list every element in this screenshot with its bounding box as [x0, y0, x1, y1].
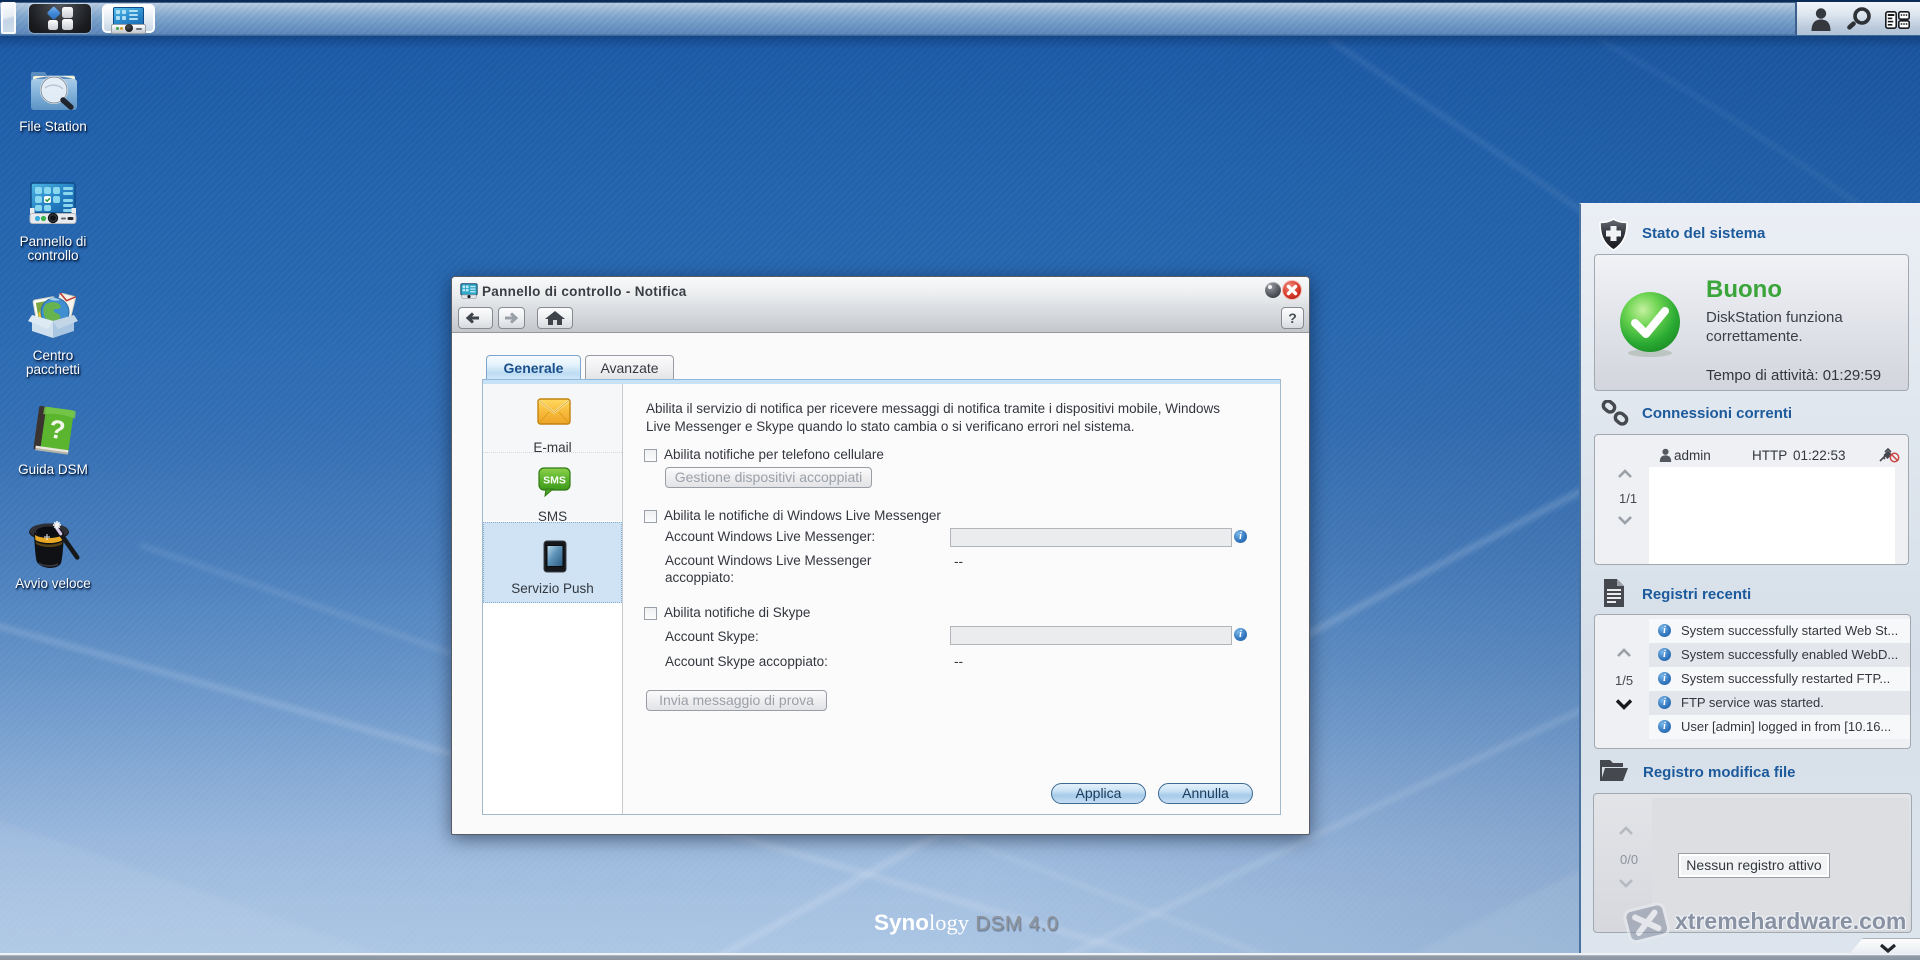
- svg-text:SMS: SMS: [543, 475, 566, 487]
